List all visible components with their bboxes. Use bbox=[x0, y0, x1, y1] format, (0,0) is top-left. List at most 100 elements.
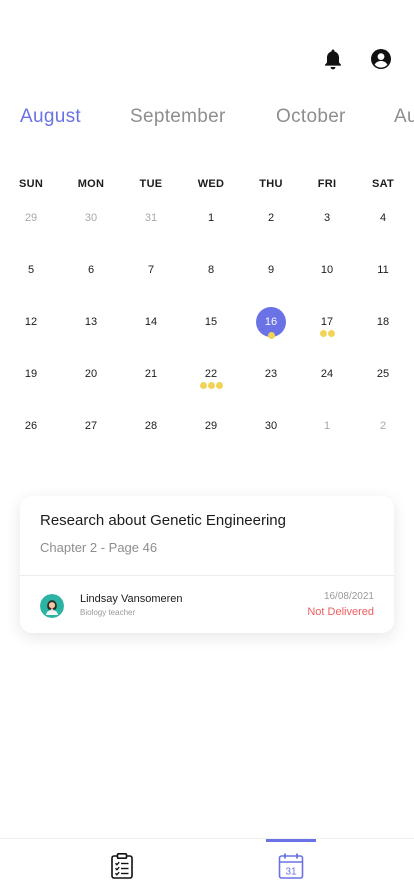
calendar-day[interactable]: 30 bbox=[76, 200, 106, 240]
calendar-day-number: 28 bbox=[144, 420, 158, 432]
calendar-day-number: 31 bbox=[144, 212, 158, 224]
calendar-day-number: 23 bbox=[264, 368, 278, 380]
calendar-day[interactable]: 31 bbox=[136, 200, 166, 240]
calendar-day[interactable]: 27 bbox=[76, 408, 106, 448]
calendar-day-number: 2 bbox=[379, 420, 387, 432]
calendar-day[interactable]: 17 bbox=[312, 304, 342, 344]
card-divider bbox=[20, 575, 394, 576]
event-dot bbox=[267, 332, 275, 339]
calendar-day[interactable]: 8 bbox=[196, 252, 226, 292]
teacher-avatar bbox=[40, 594, 64, 618]
event-dot bbox=[319, 330, 327, 337]
calendar-day-number: 3 bbox=[323, 212, 331, 224]
calendar-day-number: 10 bbox=[320, 264, 334, 276]
calendar-week-row: 26 27 28 29 30 1 2 bbox=[0, 408, 414, 460]
calendar-day-number: 15 bbox=[204, 316, 218, 328]
calendar-day[interactable]: 11 bbox=[368, 252, 398, 292]
calendar-day[interactable]: 24 bbox=[312, 356, 342, 396]
calendar-week-row: 29 30 31 1 2 3 4 bbox=[0, 200, 414, 252]
calendar-day-number: 18 bbox=[376, 316, 390, 328]
calendar-day-number: 2 bbox=[267, 212, 275, 224]
calendar-day[interactable]: 23 bbox=[256, 356, 286, 396]
month-tab-august-next[interactable]: Au bbox=[394, 106, 414, 128]
calendar-day[interactable]: 7 bbox=[136, 252, 166, 292]
calendar-day-number: 5 bbox=[27, 264, 35, 276]
calendar-day[interactable]: 30 bbox=[256, 408, 286, 448]
nav-tab-tasks[interactable] bbox=[72, 839, 172, 896]
calendar-day[interactable]: 3 bbox=[312, 200, 342, 240]
event-dot bbox=[215, 382, 223, 389]
event-dot bbox=[327, 330, 335, 337]
calendar-day[interactable]: 29 bbox=[196, 408, 226, 448]
calendar-day[interactable]: 1 bbox=[196, 200, 226, 240]
calendar-day[interactable]: 14 bbox=[136, 304, 166, 344]
calendar-day[interactable]: 4 bbox=[368, 200, 398, 240]
calendar-day[interactable]: 25 bbox=[368, 356, 398, 396]
calendar-day[interactable]: 22 bbox=[196, 356, 226, 396]
calendar-day-number: 24 bbox=[320, 368, 334, 380]
calendar-day[interactable]: 15 bbox=[196, 304, 226, 344]
assignment-title: Research about Genetic Engineering bbox=[40, 512, 286, 529]
calendar-day-number: 29 bbox=[204, 420, 218, 432]
assignment-date: 16/08/2021 bbox=[323, 591, 374, 602]
weekday-header: SUN MON TUE WED THU FRI SAT bbox=[0, 170, 414, 200]
month-tab-october[interactable]: October bbox=[276, 106, 346, 128]
calendar-day-number: 21 bbox=[144, 368, 158, 380]
event-dots bbox=[196, 382, 226, 389]
event-dots bbox=[256, 332, 286, 339]
calendar-day-number: 14 bbox=[144, 316, 158, 328]
calendar-icon: 31 bbox=[278, 852, 304, 885]
calendar-day[interactable]: 21 bbox=[136, 356, 166, 396]
calendar-day[interactable]: 10 bbox=[312, 252, 342, 292]
calendar-day[interactable]: 6 bbox=[76, 252, 106, 292]
calendar-day-number: 9 bbox=[267, 264, 275, 276]
calendar-day[interactable]: 1 bbox=[312, 408, 342, 448]
calendar-day-number: 20 bbox=[84, 368, 98, 380]
calendar-day-number: 30 bbox=[84, 212, 98, 224]
calendar-day[interactable]: 2 bbox=[256, 200, 286, 240]
calendar-day[interactable]: 26 bbox=[16, 408, 46, 448]
calendar-day[interactable]: 29 bbox=[16, 200, 46, 240]
calendar-day[interactable]: 20 bbox=[76, 356, 106, 396]
nav-tab-calendar[interactable]: 31 bbox=[241, 839, 341, 896]
event-dots bbox=[312, 330, 342, 337]
calendar-day[interactable]: 13 bbox=[76, 304, 106, 344]
calendar-day[interactable]: 19 bbox=[16, 356, 46, 396]
calendar-day[interactable]: 12 bbox=[16, 304, 46, 344]
weekday-label: SAT bbox=[371, 178, 395, 190]
weekday-label: WED bbox=[197, 178, 225, 190]
calendar-day-number: 1 bbox=[323, 420, 331, 432]
calendar-day[interactable]: 5 bbox=[16, 252, 46, 292]
weekday-label: SUN bbox=[18, 178, 44, 190]
calendar-day[interactable]: 2 bbox=[368, 408, 398, 448]
calendar-day-number: 8 bbox=[207, 264, 215, 276]
calendar-day-number: 25 bbox=[376, 368, 390, 380]
month-tab-september[interactable]: September bbox=[130, 106, 226, 128]
calendar-day-number: 29 bbox=[24, 212, 38, 224]
calendar-day-selected[interactable]: 16 bbox=[256, 304, 286, 344]
weekday-label: MON bbox=[77, 178, 105, 190]
bell-icon[interactable] bbox=[320, 46, 346, 72]
assignment-subtitle: Chapter 2 - Page 46 bbox=[40, 540, 158, 555]
calendar-day[interactable]: 28 bbox=[136, 408, 166, 448]
top-bar bbox=[320, 46, 394, 72]
weekday-label: TUE bbox=[139, 178, 163, 190]
assignment-card[interactable]: Research about Genetic Engineering Chapt… bbox=[20, 496, 394, 633]
account-circle-icon[interactable] bbox=[368, 46, 394, 72]
calendar-icon-day: 31 bbox=[285, 866, 297, 877]
calendar-day-number: 1 bbox=[207, 212, 215, 224]
calendar-week-row: 5 6 7 8 9 10 11 bbox=[0, 252, 414, 304]
calendar-day-number: 6 bbox=[87, 264, 95, 276]
weekday-label: FRI bbox=[317, 178, 337, 190]
weekday-label: THU bbox=[259, 178, 283, 190]
clipboard-checklist-icon bbox=[110, 852, 134, 885]
calendar-day[interactable]: 18 bbox=[368, 304, 398, 344]
calendar-day-number: 13 bbox=[84, 316, 98, 328]
calendar-day-number: 12 bbox=[24, 316, 38, 328]
calendar-week-row: 19 20 21 22 23 24 25 bbox=[0, 356, 414, 408]
calendar-day[interactable]: 9 bbox=[256, 252, 286, 292]
calendar-day-number: 27 bbox=[84, 420, 98, 432]
event-dot bbox=[207, 382, 215, 389]
month-tab-august[interactable]: August bbox=[20, 106, 81, 128]
teacher-role: Biology teacher bbox=[80, 608, 136, 617]
